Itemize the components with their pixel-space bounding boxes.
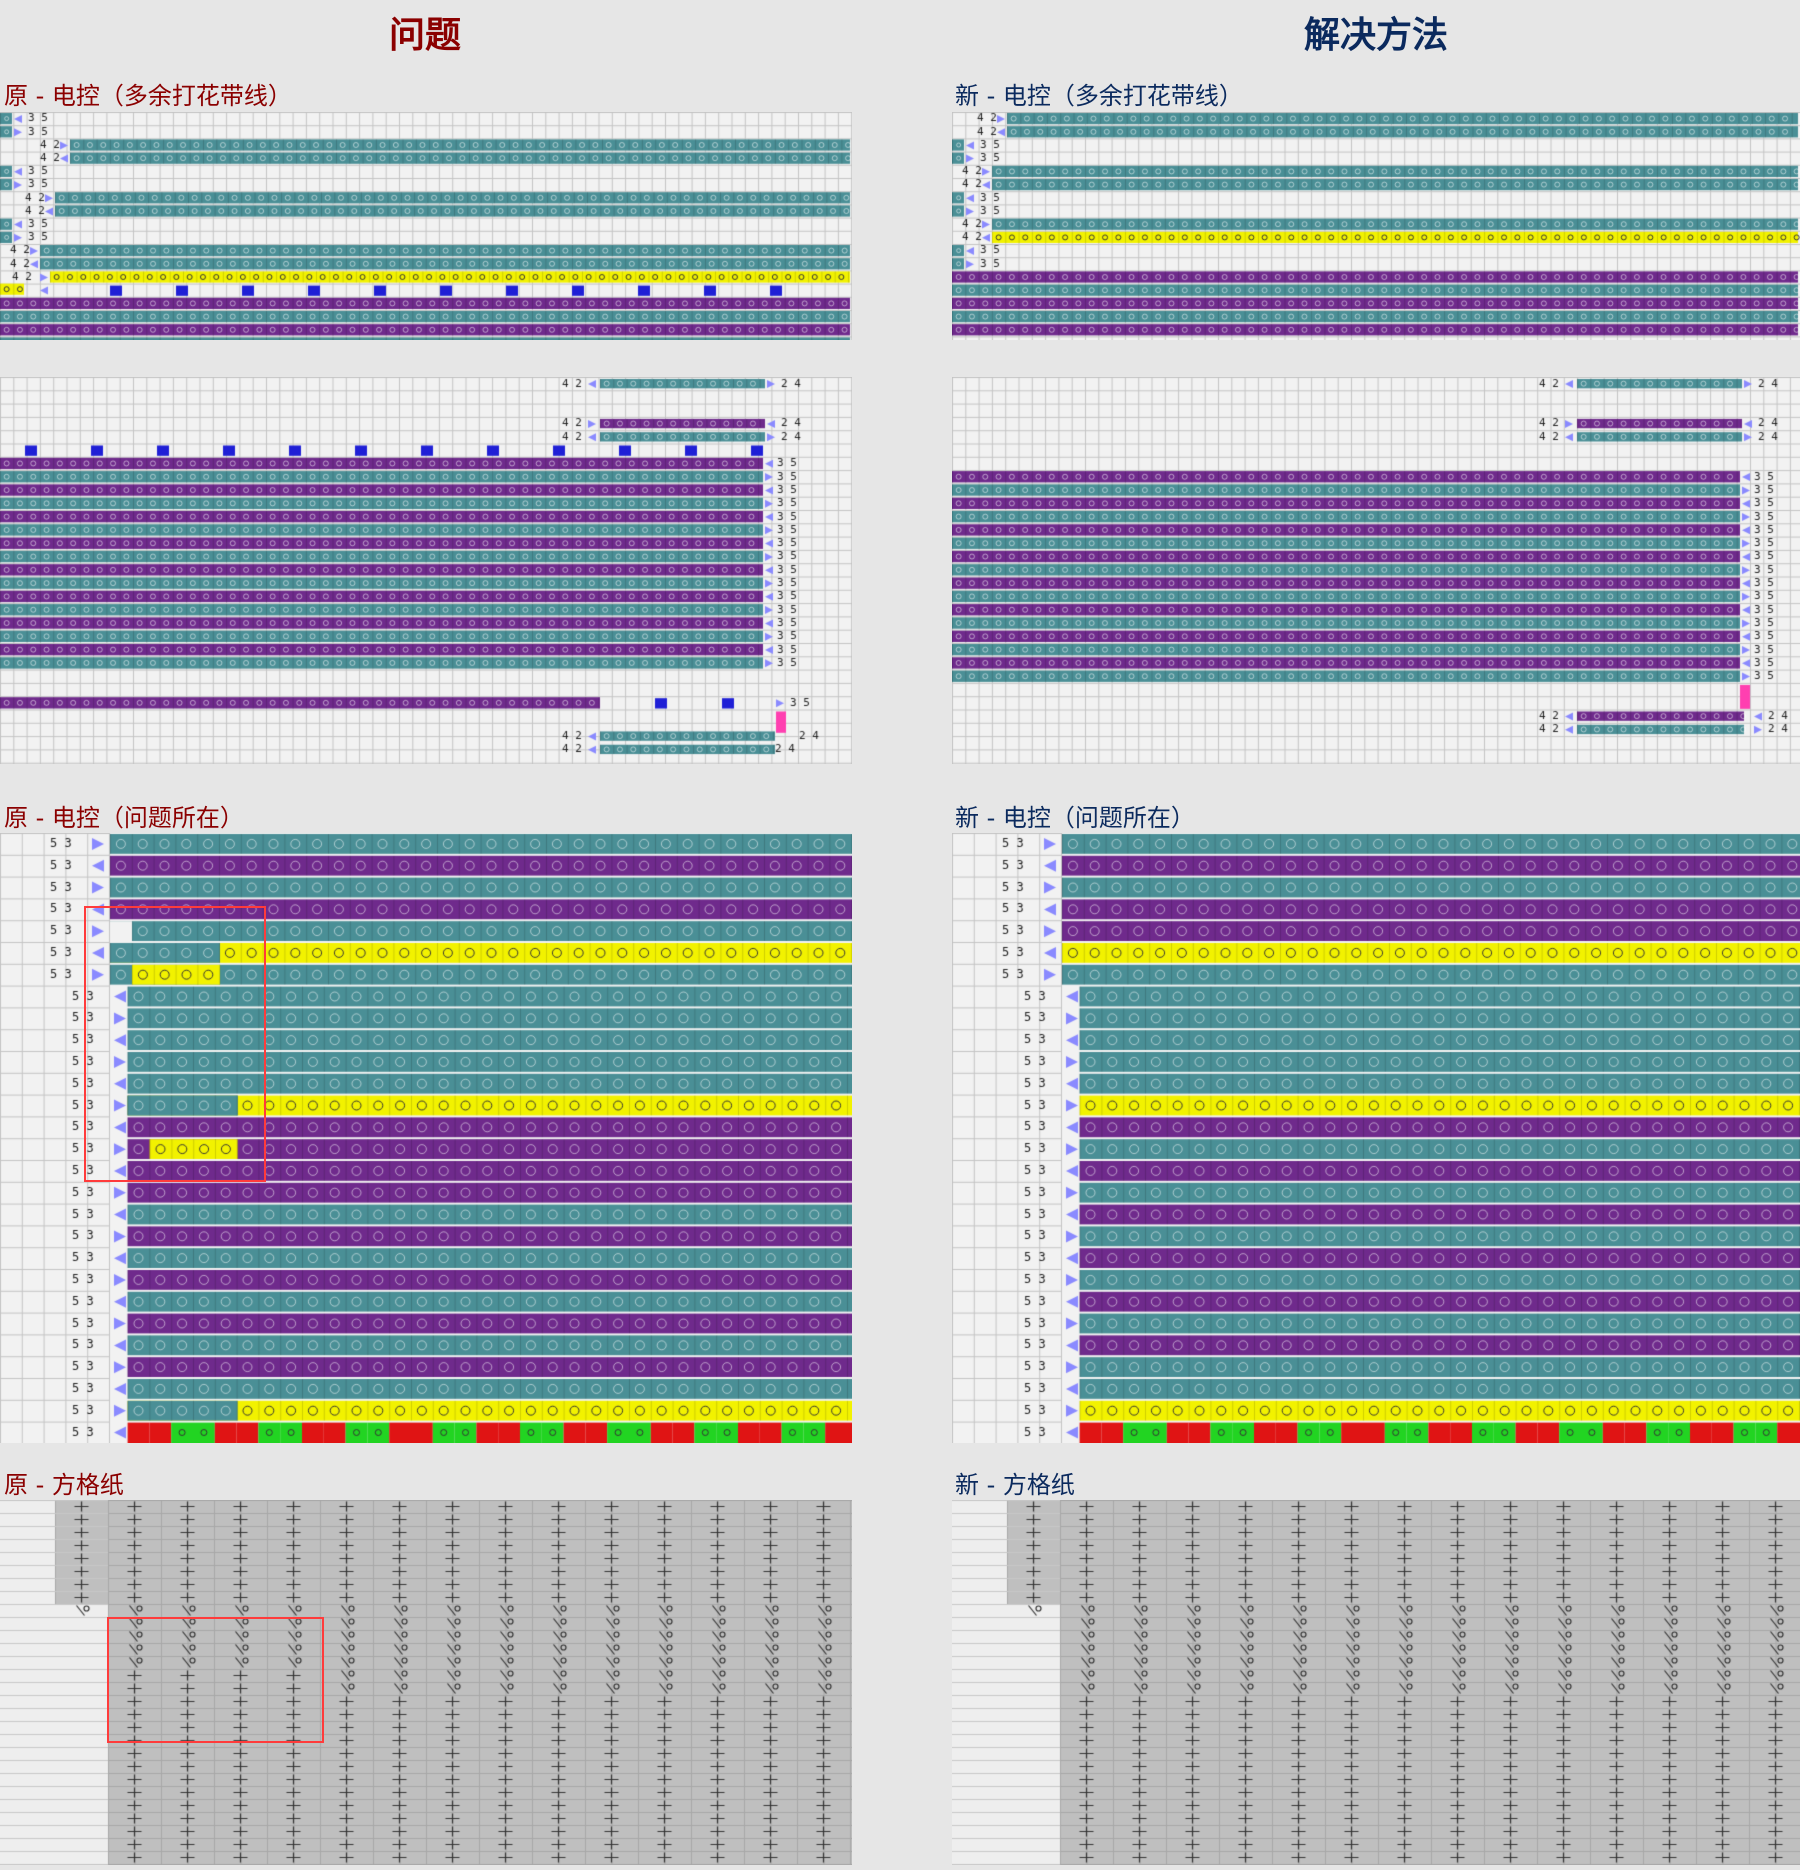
label-new-grid-paper: 新 - 方格纸 <box>955 1471 1075 1499</box>
label-new-extra-yarn: 新 - 电控（多余打花带线） <box>955 82 1243 110</box>
original-problem-zoom-panel <box>0 833 852 1443</box>
solution-column-title: 解决方法 <box>1303 15 1448 56</box>
original-program-top-panel <box>0 112 852 340</box>
problem-column-title: 问题 <box>388 15 461 56</box>
label-new-problem: 新 - 电控（问题所在） <box>955 804 1195 832</box>
label-original-extra-yarn: 原 - 电控（多余打花带线） <box>4 82 292 110</box>
label-original-problem: 原 - 电控（问题所在） <box>4 804 244 832</box>
original-grid-paper-panel <box>0 1500 852 1865</box>
new-program-top-panel <box>952 112 1800 340</box>
label-original-grid-paper: 原 - 方格纸 <box>4 1471 124 1499</box>
new-problem-zoom-panel <box>952 833 1800 1443</box>
new-program-lower-panel <box>952 377 1800 764</box>
new-grid-paper-panel <box>952 1500 1800 1865</box>
original-program-lower-panel <box>0 377 852 764</box>
